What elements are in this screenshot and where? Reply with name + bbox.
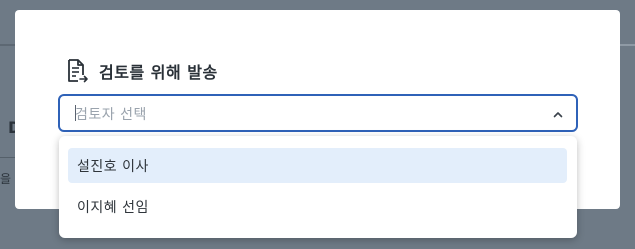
reviewer-dropdown: 설진호 이사 이지혜 선임 [59, 136, 577, 238]
reviewer-option-label: 이지혜 선임 [77, 200, 149, 216]
background-text-fragment: 을 [0, 172, 12, 186]
reviewer-select[interactable]: 검토자 선택 [58, 94, 578, 132]
reviewer-option-label: 설진호 이사 [77, 159, 149, 175]
background-divider [0, 157, 15, 158]
reviewer-option[interactable]: 설진호 이사 [68, 148, 567, 183]
header-divider-highlight [620, 44, 635, 46]
chevron-up-icon[interactable] [552, 106, 564, 118]
modal-header: 검토를 위해 발송 [65, 58, 218, 84]
modal-title: 검토를 위해 발송 [99, 63, 218, 82]
document-send-icon [65, 58, 89, 84]
reviewer-option[interactable]: 이지혜 선임 [68, 189, 567, 224]
reviewer-select-placeholder: 검토자 선택 [75, 107, 147, 123]
